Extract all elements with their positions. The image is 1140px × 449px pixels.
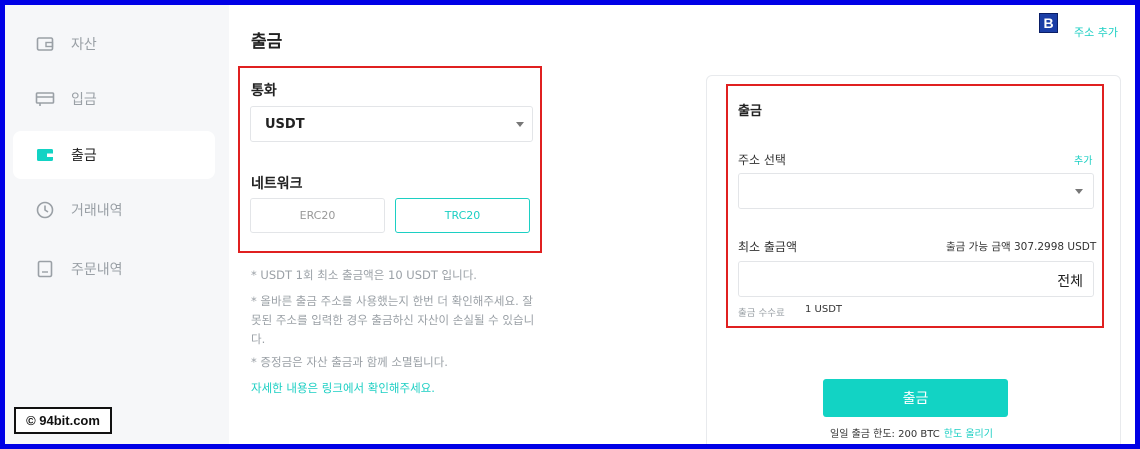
note-min-withdraw: * USDT 1회 최소 출금액은 10 USDT 입니다.	[251, 268, 477, 282]
address-select[interactable]	[738, 173, 1094, 209]
note-address-warning: * 올바른 출금 주소를 사용했는지 한번 더 확인해주세요. 잘못된 주소를 …	[251, 294, 535, 346]
currency-select[interactable]: USDT	[250, 106, 533, 142]
sidebar-item-label: 입금	[71, 92, 97, 108]
daily-limit-text: 일일 출금 한도: 200 BTC	[830, 429, 940, 440]
deposit-icon	[35, 89, 55, 109]
daily-limit: 일일 출금 한도: 200 BTC 한도 올리기	[830, 425, 993, 440]
amount-input[interactable]: 전체	[738, 261, 1094, 297]
fee-label: 출금 수수료	[738, 308, 785, 319]
wallet-icon	[35, 34, 55, 54]
raise-limit-link[interactable]: 한도 올리기	[944, 429, 993, 440]
network-option-trc20[interactable]: TRC20	[395, 198, 530, 233]
add-address-button[interactable]: 추가	[1074, 152, 1092, 167]
sidebar-item-assets[interactable]: 자산	[13, 20, 215, 68]
chevron-down-icon	[1075, 188, 1083, 194]
watermark: © 94bit.com	[14, 407, 112, 434]
brand-logo-icon: B	[1039, 13, 1058, 33]
sidebar-item-history[interactable]: 거래내역	[13, 186, 215, 234]
sidebar-item-withdraw[interactable]: 출금	[13, 131, 215, 179]
card-title: 출금	[738, 104, 762, 119]
app-frame: 자산 입금 출금 거래내역 주문내역 © 94bit.com 출금 통화 USD…	[5, 5, 1135, 444]
document-icon	[35, 259, 55, 279]
currency-label: 통화	[251, 83, 277, 99]
add-address-link[interactable]: 주소 추가	[1074, 24, 1118, 40]
sidebar-item-deposit[interactable]: 입금	[13, 75, 215, 123]
sidebar-item-label: 자산	[71, 37, 97, 53]
fee-value: 1 USDT	[805, 304, 843, 315]
network-option-erc20[interactable]: ERC20	[250, 198, 385, 233]
network-label: 네트워크	[251, 176, 303, 192]
clock-icon	[35, 200, 55, 220]
sidebar-item-orders[interactable]: 주문내역	[13, 245, 215, 293]
note-bonus: * 증정금은 자산 출금과 함께 소멸됩니다.	[251, 355, 448, 369]
page-title: 출금	[251, 32, 283, 52]
withdraw-icon	[35, 145, 55, 165]
currency-value: USDT	[265, 116, 305, 132]
withdraw-button[interactable]: 출금	[823, 379, 1008, 417]
available-amount: 출금 가능 금액 307.2998 USDT	[946, 241, 1097, 253]
all-amount-button[interactable]: 전체	[1057, 271, 1083, 291]
sidebar-item-label: 출금	[71, 148, 97, 164]
sidebar: 자산 입금 출금 거래내역 주문내역 © 94bit.com	[5, 5, 229, 444]
sidebar-item-label: 거래내역	[71, 203, 123, 219]
min-amount-label: 최소 출금액	[738, 240, 798, 254]
details-link[interactable]: 자세한 내용은 링크에서 확인해주세요.	[251, 379, 536, 398]
sidebar-item-label: 주문내역	[71, 262, 123, 278]
chevron-down-icon	[516, 121, 524, 127]
address-select-label: 주소 선택	[738, 153, 786, 167]
